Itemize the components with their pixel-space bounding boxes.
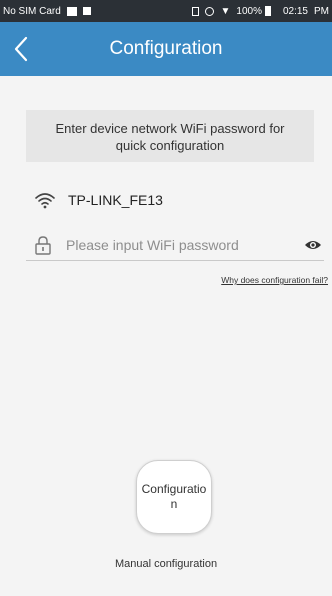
network-row: TP-LINK_FE13 — [26, 187, 324, 213]
configuration-button[interactable]: Configuratio n — [136, 460, 212, 534]
status-bar: No SIM Card ▼ 100% 02:15 PM — [0, 0, 332, 22]
configuration-button-label: Configuratio n — [139, 482, 209, 512]
clock-suffix: PM — [314, 5, 329, 17]
instruction-line-2: quick configuration — [115, 138, 225, 153]
instruction-line-1: Enter device network WiFi password for — [55, 121, 285, 136]
configuration-label-line-2: n — [170, 497, 178, 511]
clock-time: 02:15 — [282, 5, 308, 17]
config-fail-help-link[interactable]: Why does configuration fail? — [221, 275, 328, 285]
wifi-signal-icon: ▼ — [220, 5, 231, 17]
password-row — [26, 230, 324, 261]
configuration-label-line-1: Configuratio — [141, 482, 207, 496]
alarm-icon — [205, 6, 215, 16]
battery-icon — [264, 6, 271, 16]
battery-percent: 100% — [236, 5, 262, 17]
lock-icon — [35, 236, 51, 255]
network-ssid: TP-LINK_FE13 — [68, 192, 163, 208]
notification-icon — [82, 7, 91, 15]
vibrate-icon — [192, 6, 200, 16]
eye-icon[interactable] — [304, 239, 322, 251]
notification-icon — [66, 6, 77, 16]
wifi-password-input[interactable] — [66, 237, 286, 253]
clock: 02:15 PM — [277, 6, 329, 17]
status-right: ▼ 100% 02:15 PM — [186, 6, 329, 17]
carrier-text: No SIM Card — [3, 5, 61, 17]
wifi-icon — [35, 193, 55, 209]
instruction-box: Enter device network WiFi password for q… — [26, 110, 314, 162]
app-bar: Configuration — [0, 22, 332, 76]
manual-configuration-link[interactable]: Manual configuration — [0, 558, 332, 570]
page-title: Configuration — [109, 38, 223, 59]
